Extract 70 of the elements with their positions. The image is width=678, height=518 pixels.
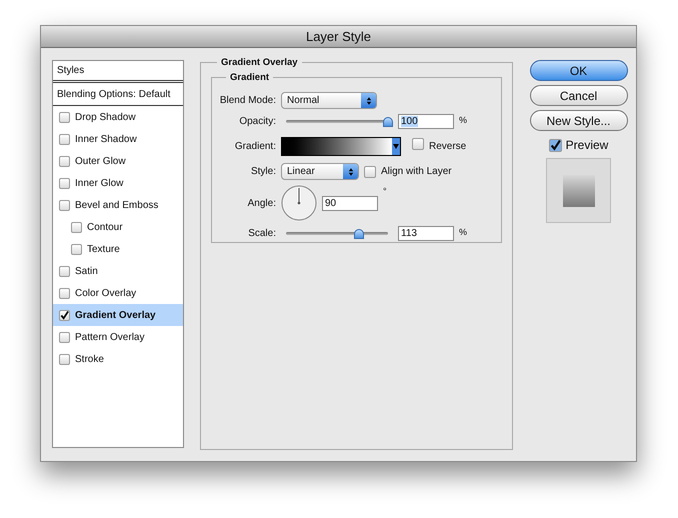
dialog-button[interactable]: New Style... [530,110,628,131]
list-header: Styles [53,61,183,83]
checkbox[interactable] [59,310,70,320]
slider-thumb[interactable] [354,228,364,238]
item-label: Contour [87,220,123,234]
dropdown[interactable]: Linear [281,163,359,180]
window-title: Layer Style [306,28,372,46]
item-label: Gradient Overlay [75,308,156,322]
unit-label: % [459,114,468,127]
style-list-item[interactable]: Outer Glow [53,150,183,172]
gradient-picker[interactable] [281,136,401,156]
field-label: Style: [250,165,276,179]
style-list-item[interactable]: Satin [53,260,183,282]
caret-icon [392,138,400,154]
checkbox[interactable] [412,138,424,150]
checkbox[interactable] [59,332,70,342]
style-list-item[interactable]: Texture [53,238,183,260]
checkbox[interactable] [59,288,70,298]
checkbox[interactable] [59,354,70,364]
stepper-icon [361,93,376,108]
style-list-item[interactable]: Gradient Overlay [53,304,183,326]
field-label: Opacity: [238,115,276,129]
checkbox[interactable] [59,178,70,188]
style-list-item[interactable]: Inner Shadow [53,128,183,150]
item-label: Inner Shadow [75,132,137,146]
checkbox-label: Preview [566,137,608,154]
item-label: Outer Glow [75,154,126,168]
dialog-button[interactable]: Cancel [530,85,628,106]
checkbox[interactable] [71,244,82,254]
field-label: Angle: [246,196,276,210]
input-field[interactable]: 90 [322,196,378,210]
item-label: Bevel and Emboss [75,198,158,212]
style-list-item[interactable]: Contour [53,216,183,238]
unit-label: % [459,226,468,239]
style-list-item[interactable]: Color Overlay [53,282,183,304]
preview-swatch [562,174,594,206]
checkbox[interactable] [71,222,82,232]
item-label: Color Overlay [75,286,136,300]
item-label: Drop Shadow [75,110,136,124]
checkbox-label: Reverse [429,140,466,154]
dialog-button[interactable]: OK [530,60,628,81]
stepper-icon [343,164,358,179]
blending-options-item[interactable]: Blending Options: Default [53,83,183,106]
field-label: Blend Mode: [218,94,276,108]
checkbox[interactable] [59,134,70,144]
checkbox[interactable] [548,138,562,152]
item-label: Texture [87,242,120,256]
style-list-item[interactable]: Stroke [53,348,183,370]
checkbox[interactable] [364,166,376,178]
checkbox[interactable] [59,156,70,166]
checkbox-label: Align with Layer [381,165,452,179]
style-list-item[interactable]: Bevel and Emboss [53,194,183,216]
item-label: Stroke [75,352,104,366]
field-label: Scale: [247,227,276,241]
style-list-item[interactable]: Inner Glow [53,172,183,194]
input-field[interactable]: 113 [398,226,454,241]
style-list-item[interactable]: Drop Shadow [53,106,183,128]
style-list-item[interactable]: Pattern Overlay [53,326,183,348]
slider-thumb[interactable] [383,116,393,126]
item-label: Inner Glow [75,176,124,190]
field-label: Gradient: [234,140,276,154]
checkbox[interactable] [59,200,70,210]
angle-dial[interactable] [281,185,317,221]
item-label: Satin [75,264,98,278]
checkbox[interactable] [59,266,70,276]
input-field[interactable]: 100 [398,114,454,129]
dropdown[interactable]: Normal [281,92,377,109]
checkbox[interactable] [59,112,70,122]
item-label: Pattern Overlay [75,330,144,344]
unit-label: ° [383,185,387,198]
